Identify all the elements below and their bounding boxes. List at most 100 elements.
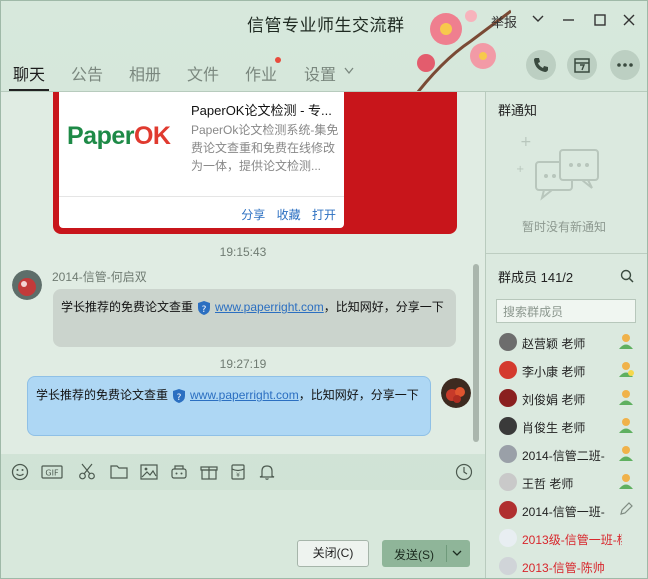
timestamp: 19:27:19: [219, 357, 267, 371]
member-search-input[interactable]: 搜索群成员: [496, 299, 636, 323]
minimize-icon[interactable]: [563, 15, 575, 25]
notice-title: 群通知: [498, 103, 538, 118]
svg-text:¥: ¥: [236, 472, 240, 479]
call-button[interactable]: [526, 50, 556, 80]
phone-icon: [534, 58, 548, 72]
my-message-bubble[interactable]: 学长推荐的免费论文查重? www.paperright.com，比知网好，分享一下: [27, 376, 431, 436]
avatar: [499, 473, 517, 491]
member-name: 2013-信管-陈帅: [522, 561, 605, 575]
title-bar: 信管专业师生交流群 举报: [1, 1, 647, 102]
share-link[interactable]: 分享: [241, 208, 265, 222]
member-row[interactable]: 肖俊生 老师: [486, 413, 647, 441]
edit-icon[interactable]: [618, 501, 634, 517]
card-divider: [59, 196, 344, 197]
close-button[interactable]: 关闭(C): [297, 540, 369, 567]
tab-chat[interactable]: 聊天: [13, 61, 45, 85]
member-row[interactable]: 赵营颖 老师: [486, 329, 647, 357]
member-name: 2014-信管一班-: [522, 505, 605, 519]
unread-dot: [275, 57, 281, 63]
link-card[interactable]: PaperOK PaperOK论文检测 - 专... PaperOk论文检测系统…: [59, 92, 344, 228]
member-role-icon: [619, 418, 633, 433]
emoji-icon[interactable]: [11, 463, 29, 481]
tab-album[interactable]: 相册: [129, 61, 161, 85]
tab-settings[interactable]: 设置: [304, 61, 336, 85]
gift-icon[interactable]: [200, 463, 218, 481]
member-name: 2014-信管二班-: [522, 449, 605, 463]
shield-icon: ?: [173, 388, 186, 403]
svg-text:+: +: [520, 134, 532, 150]
message-link[interactable]: www.paperright.com: [215, 300, 324, 314]
member-row[interactable]: 2013-信管-陈帅: [486, 553, 647, 578]
member-row[interactable]: 2014-信管二班-: [486, 441, 647, 469]
report-button[interactable]: 举报: [491, 12, 517, 31]
bell-icon[interactable]: [258, 463, 276, 481]
window-title: 信管专业师生交流群: [247, 16, 405, 35]
paperok-logo: PaperOK: [67, 122, 171, 150]
member-role-icon: [619, 474, 633, 489]
send-separator: [446, 545, 447, 562]
member-name: 李小康 老师: [522, 365, 586, 379]
more-button[interactable]: [610, 50, 640, 80]
tab-files[interactable]: 文件: [187, 61, 219, 85]
link-card-frame: PaperOK PaperOK论文检测 - 专... PaperOk论文检测系统…: [53, 92, 457, 234]
member-row[interactable]: 2013级-信管一班-杨: [486, 525, 647, 553]
folder-icon[interactable]: [110, 463, 128, 481]
history-clock-icon[interactable]: [455, 463, 473, 481]
message-area: PaperOK PaperOK论文检测 - 专... PaperOk论文检测系统…: [1, 92, 485, 454]
send-button[interactable]: 发送(S): [382, 540, 470, 567]
image-icon[interactable]: [140, 463, 158, 481]
calendar-icon: [574, 58, 590, 73]
member-role-icon: [619, 446, 633, 461]
chevron-down-icon[interactable]: [344, 67, 354, 75]
send-label: 发送(S): [394, 548, 434, 562]
gif-icon[interactable]: GIF: [41, 463, 63, 481]
shield-icon: ?: [198, 300, 211, 315]
close-icon[interactable]: [623, 14, 635, 26]
card-actions: 分享 收藏 打开: [233, 206, 336, 223]
tab-announcement[interactable]: 公告: [71, 61, 103, 85]
avatar: [499, 557, 517, 575]
message-link[interactable]: www.paperright.com: [190, 388, 299, 402]
member-row[interactable]: 李小康 老师: [486, 357, 647, 385]
svg-text:?: ?: [177, 393, 182, 403]
avatar: [499, 529, 517, 547]
timestamp: 19:15:43: [219, 245, 267, 259]
red-packet-icon[interactable]: ¥: [229, 463, 247, 481]
chevron-down-icon[interactable]: [452, 550, 462, 557]
message-bubble[interactable]: 学长推荐的免费论文查重? www.paperright.com，比知网好，分享一下: [53, 289, 456, 347]
maximize-icon[interactable]: [594, 14, 606, 26]
member-row[interactable]: 2014-信管一班-: [486, 497, 647, 525]
avatar: [499, 333, 517, 351]
calendar-button[interactable]: [567, 50, 597, 80]
open-link[interactable]: 打开: [312, 208, 336, 222]
card-title: PaperOK论文检测 - 专...: [191, 103, 332, 118]
member-role-icon: [619, 390, 633, 405]
side-panel: 群通知 + + 暂时没有新通知 群成员 141/2 搜索群成员 赵营颖 老师 李…: [486, 92, 647, 578]
svg-text:+: +: [516, 164, 524, 175]
member-name: 王哲 老师: [522, 477, 574, 491]
tab-bar: 聊天 公告 相册 文件 作业 设置: [1, 53, 481, 91]
avatar[interactable]: [12, 270, 42, 300]
input-toolbar: GIF ¥: [1, 454, 485, 490]
scissors-icon[interactable]: [78, 463, 96, 481]
svg-text:GIF: GIF: [45, 469, 59, 478]
avatar[interactable]: [441, 378, 471, 408]
member-row[interactable]: 王哲 老师: [486, 469, 647, 497]
more-dots-icon: [617, 63, 633, 67]
member-row[interactable]: 刘俊娟 老师: [486, 385, 647, 413]
search-icon[interactable]: [620, 269, 634, 283]
side-divider: [486, 253, 647, 254]
game-icon[interactable]: [170, 463, 188, 481]
favorite-link[interactable]: 收藏: [277, 208, 301, 222]
avatar: [499, 389, 517, 407]
notice-empty-text: 暂时没有新通知: [522, 220, 607, 234]
scrollbar[interactable]: [473, 264, 479, 442]
card-description: PaperOk论文检测系统-集免费论文查重和免费在线修改为一体，提供论文检测..…: [191, 123, 339, 173]
chevron-down-icon[interactable]: [532, 14, 544, 24]
tab-homework[interactable]: 作业: [245, 61, 277, 85]
chat-window: 信管专业师生交流群 举报 聊天 公告 相册 文件 作业 设置 PaperOK P…: [0, 0, 648, 579]
member-name: 肖俊生 老师: [522, 421, 586, 435]
member-name: 2013级-信管一班-杨: [522, 533, 622, 547]
member-name: 赵营颖 老师: [522, 337, 586, 351]
avatar: [499, 501, 517, 519]
